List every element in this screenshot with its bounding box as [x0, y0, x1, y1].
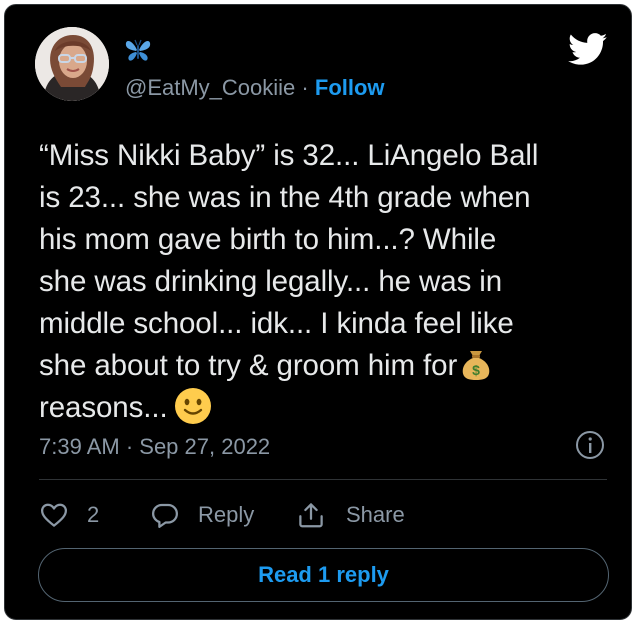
share-icon: [299, 503, 323, 528]
money-bag-emoji: $: [462, 351, 490, 380]
avatar-photo: [35, 27, 109, 101]
reply-label: Reply: [198, 502, 255, 527]
tweet-line: his mom gave birth to him...? While: [39, 223, 497, 256]
share-label: Share: [346, 502, 405, 527]
tweet-card: @EatMy_Cookiie · Follow “Miss Nikki Baby…: [4, 4, 632, 620]
tweet-timestamp[interactable]: 7:39 AM · Sep 27, 2022: [39, 432, 270, 462]
read-replies-label: Read 1 reply: [258, 562, 389, 587]
author-row: @EatMy_Cookiie · Follow: [125, 74, 385, 102]
tweet-line: she was drinking legally... he was in: [39, 265, 503, 298]
heart-icon: [41, 503, 67, 527]
tweet-line: middle school... idk... I kinda feel lik…: [39, 307, 514, 340]
tweet-line: she about to try & groom him for: [39, 349, 458, 382]
author-handle[interactable]: @EatMy_Cookiie: [125, 75, 295, 100]
tweet-line: is 23... she was in the 4th grade when: [39, 181, 531, 214]
follow-button[interactable]: Follow: [315, 75, 385, 100]
read-replies-button[interactable]: Read 1 reply: [38, 548, 609, 602]
blue-butterfly-emoji: [125, 39, 151, 61]
tweet-text: “Miss Nikki Baby” is 32... LiAngelo Ball…: [39, 135, 614, 429]
like-count: 2: [87, 502, 100, 527]
svg-text:$: $: [472, 362, 480, 378]
twitter-bird-icon[interactable]: [568, 33, 608, 66]
author-avatar[interactable]: [35, 27, 109, 101]
separator-dot: ·: [301, 75, 309, 100]
reply-bubble-icon: [152, 503, 178, 528]
share-button[interactable]: Share: [296, 495, 405, 535]
divider: [39, 479, 607, 480]
reply-button[interactable]: Reply: [150, 495, 254, 535]
tweet-line: reasons...: [39, 391, 168, 424]
info-icon[interactable]: [574, 429, 606, 461]
slightly-smiling-face-emoji: [174, 388, 211, 424]
tweet-line: “Miss Nikki Baby” is 32... LiAngelo Ball: [39, 139, 539, 172]
like-button[interactable]: 2: [39, 495, 99, 535]
